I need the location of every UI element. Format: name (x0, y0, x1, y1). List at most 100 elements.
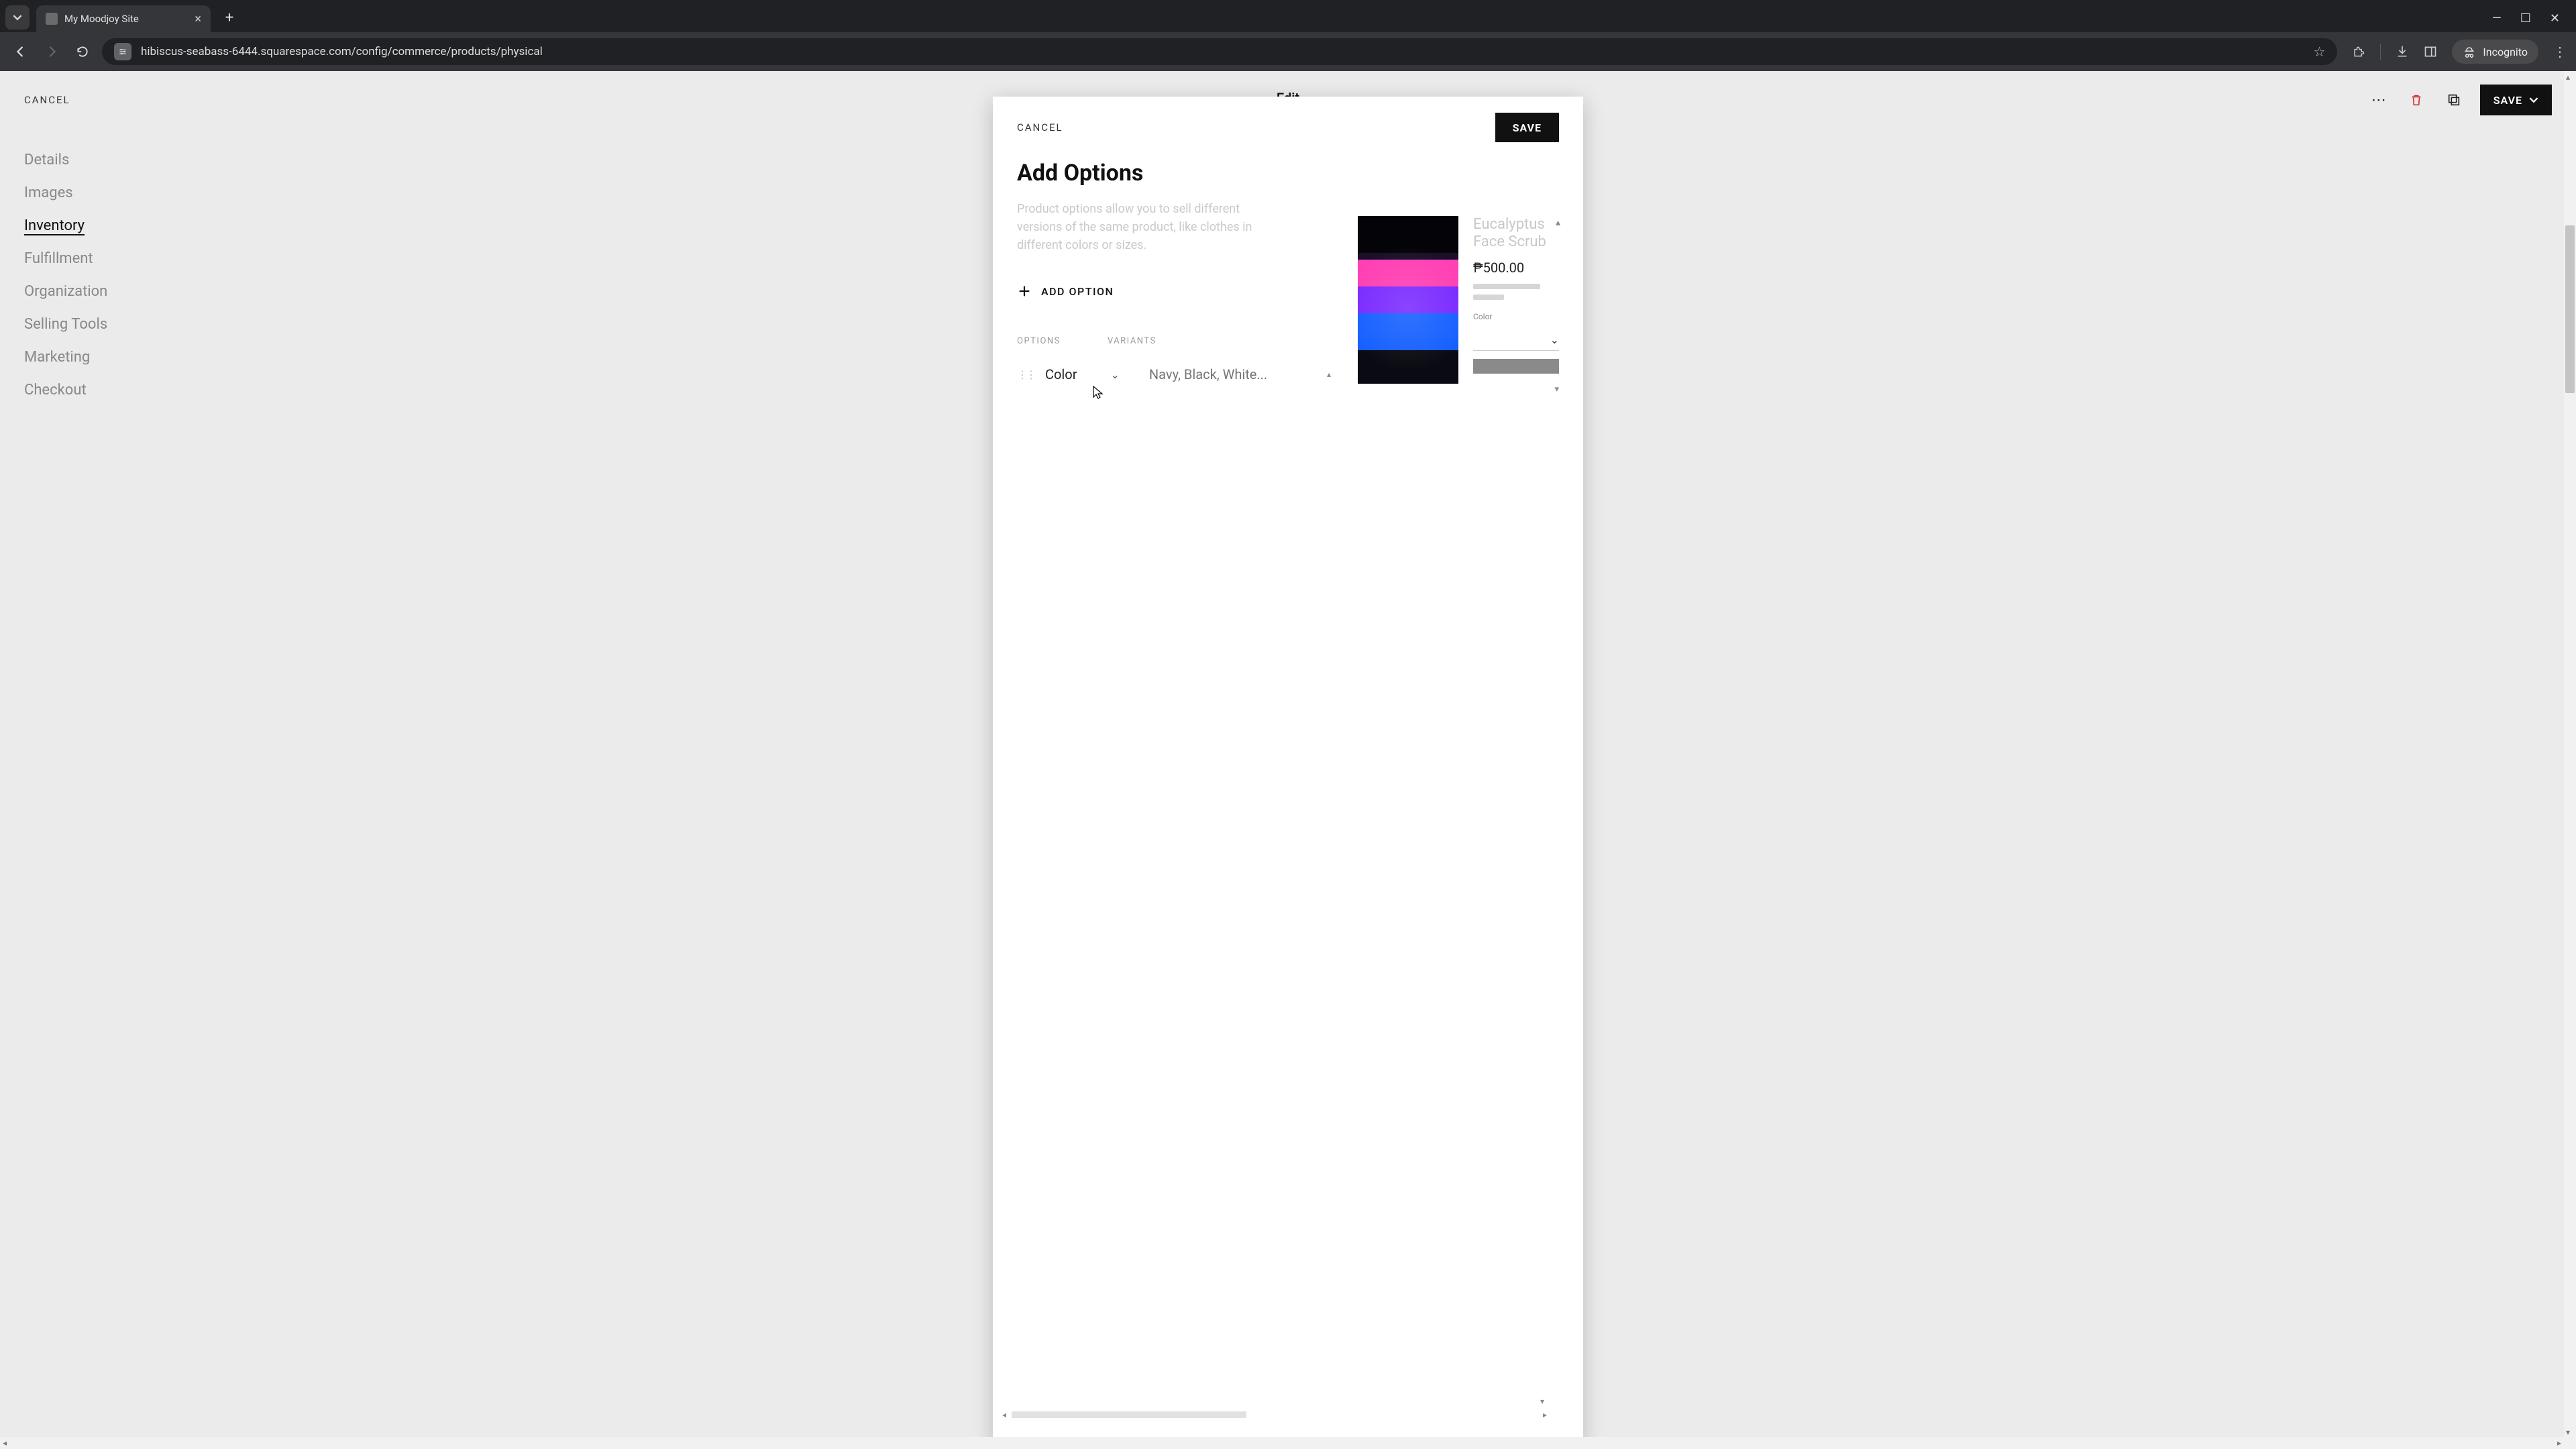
scroll-left-button[interactable]: ◂ (1002, 1410, 1012, 1419)
extensions-button[interactable] (2352, 45, 2365, 58)
sidebar-item-organization[interactable]: Organization (24, 283, 107, 300)
site-info-button[interactable] (114, 43, 131, 60)
mouse-cursor (1092, 385, 1104, 400)
chevron-down-icon: ⌄ (1110, 368, 1119, 381)
row-scroll-up[interactable]: ▴ (1327, 370, 1331, 379)
modal-subtitle: Product options allow you to sell differ… (1017, 200, 1258, 254)
page-viewport: Edit CANCEL ⋯ SAVE Details Images Invent (0, 71, 2576, 1449)
arrow-right-icon (44, 44, 59, 59)
modal-save-label: SAVE (1513, 121, 1542, 134)
forward-button[interactable] (40, 40, 63, 63)
incognito-icon (2463, 45, 2476, 58)
preview-color-select[interactable]: ⌄ (1473, 329, 1559, 351)
viewport-vscroll[interactable]: ▴ ▾ (2564, 71, 2576, 1449)
sidepanel-button[interactable] (2424, 45, 2437, 58)
preview-name-text: Eucalyptus Face Scrub (1473, 216, 1546, 250)
divider (2380, 44, 2381, 60)
preview-add-button[interactable] (1473, 359, 1559, 374)
preview-meta: Eucalyptus Face Scrub ▴ ₱500.00 Color ⌄ … (1473, 216, 1559, 1436)
close-tab-button[interactable]: × (195, 12, 201, 26)
scroll-left-button[interactable]: ◂ (3, 1438, 7, 1448)
viewport-hscroll[interactable]: ◂ ▸ (0, 1437, 2564, 1449)
product-sidebar: Details Images Inventory Fulfillment Org… (24, 152, 107, 398)
col-variants: VARIANTS (1108, 336, 1157, 346)
modal-cancel-button[interactable]: CANCEL (1017, 121, 1063, 133)
modal-hscroll[interactable]: ◂ ▸ (1002, 1410, 1547, 1419)
new-tab-button[interactable]: + (219, 7, 240, 28)
modal-save-button[interactable]: SAVE (1495, 113, 1559, 142)
options-table-header: OPTIONS VARIANTS (1017, 336, 1331, 346)
scroll-track[interactable] (1012, 1411, 1538, 1418)
chevron-down-icon: ⌄ (1550, 333, 1559, 346)
delete-button[interactable] (2405, 89, 2428, 111)
back-button[interactable] (9, 40, 32, 63)
sidebar-item-selling-tools[interactable]: Selling Tools (24, 316, 107, 333)
preview-price: ₱500.00 (1473, 260, 1559, 276)
sidebar-item-checkout[interactable]: Checkout (24, 382, 107, 398)
window-controls: — ☐ ✕ (2492, 11, 2571, 32)
sidebar-item-details[interactable]: Details (24, 152, 107, 168)
url-text: hibiscus-seabass-6444.squarespace.com/co… (141, 45, 2304, 58)
skeleton-line (1473, 284, 1540, 289)
preview-image (1358, 216, 1458, 384)
maximize-button[interactable]: ☐ (2520, 11, 2531, 25)
sidebar-item-fulfillment[interactable]: Fulfillment (24, 250, 107, 267)
plus-icon (1017, 284, 1032, 299)
page-cancel-button[interactable]: CANCEL (24, 94, 70, 106)
chevron-down-icon (13, 13, 22, 22)
save-label: SAVE (2493, 94, 2522, 107)
scroll-down-hint: ▾ (1540, 1397, 1544, 1406)
arrow-down-icon: ▾ (1473, 384, 1559, 394)
skeleton-line (1473, 294, 1504, 300)
options-form: Add Options Product options allow you to… (1017, 156, 1331, 1436)
arrow-left-icon (13, 44, 28, 59)
trash-icon (2409, 93, 2424, 107)
add-options-modal: CANCEL SAVE Add Options Product options … (993, 97, 1583, 1449)
favicon-icon (46, 13, 58, 25)
browser-tab[interactable]: My Moodjoy Site × (36, 5, 211, 32)
tab-search-button[interactable] (5, 5, 30, 30)
option-type-select[interactable]: Color ⌄ (1045, 366, 1120, 382)
add-option-button[interactable]: ADD OPTION (1017, 284, 1331, 299)
reload-icon (76, 45, 89, 58)
bookmark-button[interactable]: ☆ (2313, 44, 2325, 60)
minimize-button[interactable]: — (2492, 11, 2502, 25)
sidebar-item-marketing[interactable]: Marketing (24, 349, 107, 366)
incognito-chip[interactable]: Incognito (2452, 40, 2538, 64)
sidebar-item-inventory[interactable]: Inventory (24, 217, 107, 234)
download-icon (2396, 45, 2409, 58)
scroll-thumb[interactable] (1012, 1411, 1246, 1418)
more-button[interactable]: ⋯ (2367, 89, 2390, 111)
variants-input[interactable] (1149, 366, 1297, 382)
panel-icon (2424, 45, 2437, 58)
sidebar-item-images[interactable]: Images (24, 184, 107, 201)
drag-handle[interactable]: ⋮⋮ (1017, 368, 1034, 381)
incognito-label: Incognito (2483, 46, 2528, 58)
option-row: ⋮⋮ Color ⌄ ▴ (1017, 366, 1331, 382)
scroll-up-button[interactable]: ▴ (2566, 72, 2570, 82)
toolbar-icons: Incognito ⋮ (2345, 40, 2567, 64)
close-window-button[interactable]: ✕ (2550, 11, 2560, 25)
scroll-right-button[interactable]: ▸ (1538, 1410, 1547, 1419)
modal-body: Add Options Product options allow you to… (993, 149, 1583, 1449)
browser-menu-button[interactable]: ⋮ (2553, 44, 2567, 60)
address-bar[interactable]: hibiscus-seabass-6444.squarespace.com/co… (102, 38, 2337, 65)
scroll-down-button[interactable]: ▾ (2566, 1428, 2570, 1437)
arrow-up-icon: ▴ (1556, 217, 1560, 229)
browser-toolbar: hibiscus-seabass-6444.squarespace.com/co… (0, 32, 2576, 71)
duplicate-button[interactable] (2443, 89, 2465, 111)
add-option-label: ADD OPTION (1041, 285, 1114, 298)
downloads-button[interactable] (2396, 45, 2409, 58)
scroll-right-button[interactable]: ▸ (2557, 1438, 2561, 1448)
col-options: OPTIONS (1017, 336, 1061, 346)
copy-icon (2447, 93, 2461, 107)
vscroll-thumb[interactable] (2565, 225, 2575, 393)
browser-window: My Moodjoy Site × + — ☐ ✕ hibiscus-seaba… (0, 0, 2576, 1449)
page-save-button[interactable]: SAVE (2480, 85, 2552, 115)
chevron-down-icon (2529, 95, 2538, 105)
tune-icon (118, 47, 127, 56)
page-actions: ⋯ SAVE (2367, 85, 2552, 115)
tab-strip: My Moodjoy Site × + — ☐ ✕ (0, 0, 2576, 32)
reload-button[interactable] (71, 40, 94, 63)
modal-header: CANCEL SAVE (993, 97, 1583, 149)
